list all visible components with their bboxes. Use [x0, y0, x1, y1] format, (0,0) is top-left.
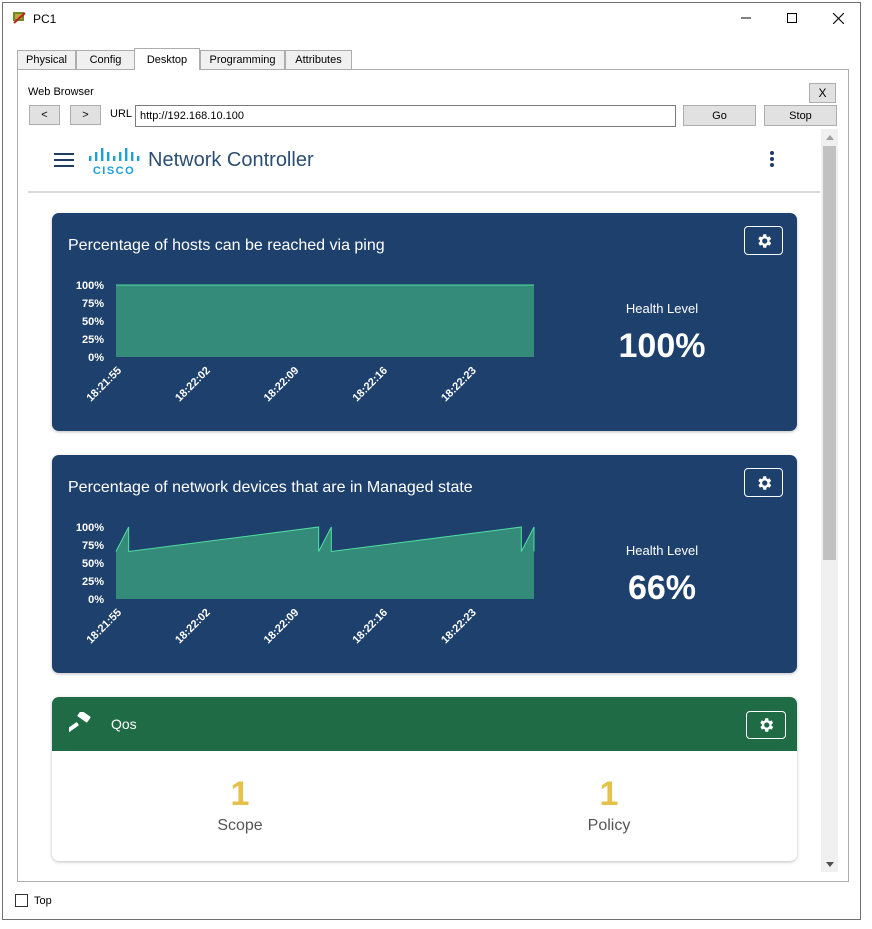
- qos-card: Qos 1 Scope 1 Policy: [52, 697, 797, 861]
- title-bar: PC1: [3, 3, 860, 33]
- tab-desktop[interactable]: Desktop: [134, 48, 200, 70]
- y-tick-label: 50%: [82, 558, 104, 570]
- ping-card-title: Percentage of hosts can be reached via p…: [68, 237, 385, 254]
- managed-health-label: Health Level: [625, 543, 699, 558]
- managed-health-value: 66%: [627, 569, 697, 607]
- qos-policy-label: Policy: [587, 817, 631, 834]
- gear-icon: [760, 718, 774, 732]
- top-checkbox[interactable]: [15, 894, 28, 907]
- minimize-icon: [741, 17, 751, 19]
- managed-chart: 100% 75% 50% 25% 0%18:21:55 18:22:02 18:22:09 1…: [76, 522, 535, 647]
- maximize-button[interactable]: [769, 3, 815, 33]
- web-browser-frame: Web Browser X < > URL Go Stop: [25, 77, 842, 875]
- x-tick-label: 18:22:16: [350, 365, 390, 405]
- go-button[interactable]: Go: [683, 105, 756, 126]
- close-window-button[interactable]: [815, 3, 861, 33]
- y-tick-label: 50%: [82, 316, 104, 328]
- y-tick-label: 0%: [88, 594, 104, 606]
- qos-scope-value: 1: [230, 775, 250, 813]
- qos-policy-value: 1: [599, 775, 619, 813]
- qos-settings-button[interactable]: [746, 711, 786, 739]
- hammer-icon: [69, 712, 91, 733]
- managed-settings-button[interactable]: [744, 468, 783, 497]
- ping-chart: 100% 75% 50% 25% 0%18:21:55 18:22:02 18:22:09 1…: [76, 280, 534, 405]
- ping-health-value: 100%: [618, 327, 706, 365]
- maximize-icon: [787, 13, 797, 23]
- top-checkbox-label: Top: [34, 895, 52, 907]
- scroll-down-button[interactable]: [821, 856, 838, 872]
- area-fill: [116, 285, 534, 357]
- app-title: Network Controller: [148, 149, 314, 171]
- app-header: CISCO Network Controller: [28, 129, 820, 193]
- window-title: PC1: [33, 12, 57, 26]
- ping-health-label: Health Level: [625, 301, 699, 316]
- cisco-logo: CISCO: [89, 148, 140, 177]
- ping-settings-button[interactable]: [744, 226, 783, 255]
- tab-programming[interactable]: Programming: [200, 50, 285, 69]
- close-browser-button[interactable]: X: [809, 83, 836, 103]
- qos-title: Qos: [111, 716, 137, 732]
- qos-scope-label: Scope: [217, 817, 263, 834]
- x-tick-label: 18:22:09: [262, 365, 302, 405]
- gear-icon: [757, 475, 771, 490]
- ping-health-card: Percentage of hosts can be reached via p…: [52, 213, 797, 431]
- browser-viewport[interactable]: CISCO Network Controller Percentage of h…: [28, 129, 838, 872]
- chevron-down-icon: [825, 861, 834, 867]
- minimize-button[interactable]: [723, 3, 769, 33]
- y-tick-label: 75%: [82, 298, 104, 310]
- qos-header: Qos: [52, 697, 797, 751]
- x-tick-label: 18:22:09: [262, 607, 302, 647]
- scroll-up-button[interactable]: [821, 129, 838, 145]
- x-tick-label: 18:21:55: [84, 365, 124, 405]
- y-tick-label: 25%: [82, 334, 104, 346]
- url-label: URL: [110, 108, 133, 120]
- y-tick-label: 100%: [76, 280, 104, 292]
- managed-health-card: Percentage of network devices that are i…: [52, 455, 797, 673]
- area-fill: [116, 527, 534, 599]
- managed-card-title: Percentage of network devices that are i…: [68, 479, 473, 496]
- tab-attributes[interactable]: Attributes: [285, 50, 352, 69]
- tab-config[interactable]: Config: [76, 50, 135, 69]
- x-tick-label: 18:22:23: [439, 365, 479, 405]
- pc1-window: PC1 Physical Config Desktop Programming …: [2, 2, 861, 920]
- x-tick-label: 18:22:02: [173, 365, 213, 405]
- scroll-thumb[interactable]: [823, 146, 836, 560]
- y-tick-label: 0%: [88, 352, 104, 364]
- x-tick-label: 18:21:55: [84, 607, 124, 647]
- desktop-panel: Web Browser X < > URL Go Stop: [17, 69, 849, 882]
- y-tick-label: 75%: [82, 540, 104, 552]
- gear-icon: [757, 233, 771, 248]
- close-icon: [832, 12, 844, 24]
- vertical-scrollbar[interactable]: [821, 129, 838, 872]
- cisco-logo-text: CISCO: [93, 165, 135, 177]
- more-options-icon[interactable]: [769, 151, 775, 171]
- x-tick-label: 18:22:23: [439, 607, 479, 647]
- y-tick-label: 25%: [82, 576, 104, 588]
- chevron-up-icon: [825, 134, 834, 140]
- tab-physical[interactable]: Physical: [17, 50, 76, 69]
- y-tick-label: 100%: [76, 522, 104, 534]
- stop-button[interactable]: Stop: [764, 105, 837, 126]
- x-tick-label: 18:22:16: [350, 607, 390, 647]
- packet-tracer-pc-icon: [13, 12, 26, 24]
- forward-button[interactable]: >: [70, 105, 101, 125]
- hamburger-menu-icon[interactable]: [54, 153, 74, 169]
- back-button[interactable]: <: [29, 105, 60, 125]
- url-input[interactable]: [135, 105, 676, 127]
- web-browser-label: Web Browser: [28, 86, 94, 98]
- x-tick-label: 18:22:02: [173, 607, 213, 647]
